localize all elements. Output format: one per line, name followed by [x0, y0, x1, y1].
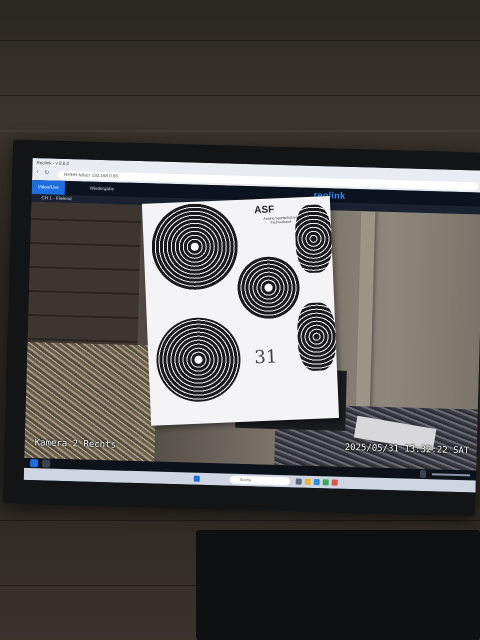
volume-icon[interactable]	[419, 469, 427, 479]
wall-plank	[0, 520, 480, 521]
windows-start-icon[interactable]	[193, 475, 200, 482]
volume-slider[interactable]	[431, 473, 471, 477]
monitor-screen: Reolink - v 8.0.0 ‹ ↻ RHHH-fullscr 192.1…	[23, 158, 480, 493]
app-icon[interactable]	[331, 479, 338, 486]
target-ring	[296, 301, 338, 372]
tab-live[interactable]: Video/Live	[31, 180, 65, 195]
taskbar-search-text: Suche	[239, 476, 252, 483]
target-logo: ASF	[254, 204, 275, 217]
target-number: 31	[254, 346, 278, 369]
shooting-target: ASF Austria Sportschützen Fachverband 31	[141, 196, 340, 426]
monitor: Reolink - v 8.0.0 ‹ ↻ RHHH-fullscr 192.1…	[3, 139, 480, 517]
target-sub-text: Austria Sportschützen Fachverband	[263, 215, 298, 225]
wall-plank	[0, 95, 480, 96]
tab-playback[interactable]: Wiedergabe	[84, 181, 121, 196]
stop-button[interactable]	[42, 459, 51, 468]
taskbar-search[interactable]: Suche	[229, 475, 290, 486]
chrome-icon[interactable]	[322, 479, 329, 486]
wall-plank	[0, 40, 480, 41]
edge-icon[interactable]	[313, 479, 320, 486]
wall-plank	[0, 130, 480, 132]
play-button[interactable]	[30, 459, 39, 468]
browser-tab-title[interactable]: Reolink - v 8.0.0	[36, 160, 69, 166]
task-view-icon[interactable]	[295, 478, 302, 485]
file-explorer-icon[interactable]	[304, 478, 311, 485]
address-text: RHHH-fullscr 192.168.0.56	[64, 171, 119, 179]
photo-scene: { "browser": { "tab_title": "Reolink - v…	[0, 0, 480, 640]
back-icon[interactable]: ‹	[36, 169, 38, 175]
video-feed[interactable]: ASF Austria Sportschützen Fachverband 31…	[24, 196, 480, 471]
second-monitor	[196, 530, 480, 640]
refresh-icon[interactable]: ↻	[44, 169, 49, 176]
